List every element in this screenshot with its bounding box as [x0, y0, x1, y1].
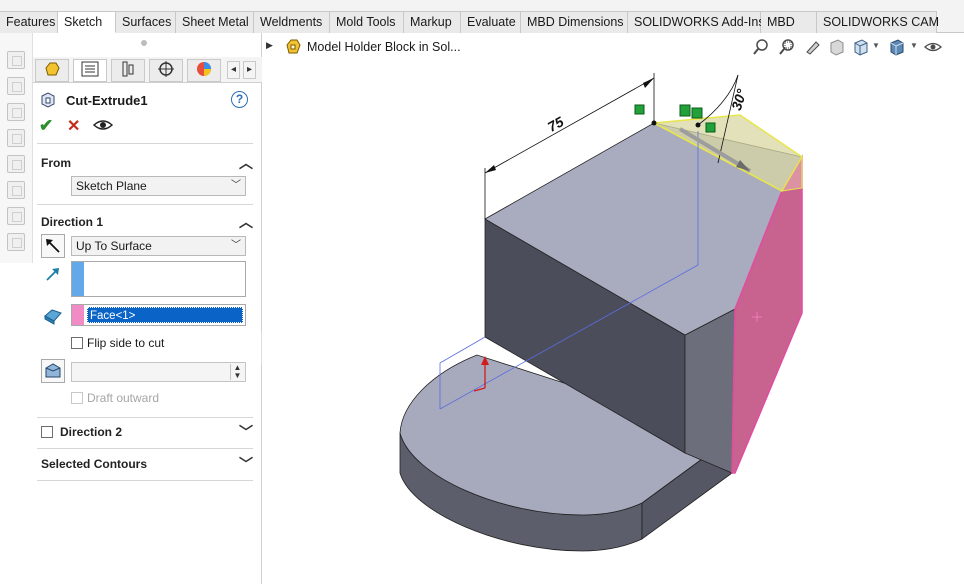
tab-surfaces[interactable]: Surfaces	[116, 11, 176, 33]
group-separator	[37, 204, 253, 205]
draft-icon	[45, 363, 61, 378]
selected-contours-group-header[interactable]: Selected Contours ﹀	[41, 454, 253, 475]
group-separator	[37, 480, 253, 481]
direction2-group-header[interactable]: Direction 2 ﹀	[41, 422, 253, 443]
direction2-checkbox[interactable]	[41, 426, 53, 438]
group-separator	[37, 143, 253, 144]
configuration-manager-icon	[122, 61, 134, 77]
selection-color-stripe	[72, 262, 84, 296]
manager-tabs: ◂ ▸	[33, 57, 262, 83]
dimxpert-icon	[158, 61, 174, 77]
group-separator	[37, 448, 253, 449]
flip-side-checkbox[interactable]	[71, 337, 83, 349]
smart-dimension-icon[interactable]	[7, 77, 25, 95]
end-condition-select[interactable]: Up To Surface ﹀	[71, 236, 246, 256]
chevron-down-icon: ﹀	[231, 180, 241, 191]
geometric-tolerance-icon[interactable]	[7, 207, 25, 225]
from-heading: From	[41, 156, 71, 170]
tab-feature-manager[interactable]	[35, 59, 69, 82]
solidworks-window: Features Sketch Surfaces Sheet Metal Wel…	[0, 0, 964, 584]
from-group-header[interactable]: From ︿	[41, 153, 253, 174]
annotation-icon[interactable]	[7, 51, 25, 69]
draft-angle-input[interactable]: ▲ ▼	[71, 362, 246, 382]
tab-scroll-left-icon[interactable]: ◂	[227, 61, 240, 79]
tab-mbd[interactable]: MBD	[761, 11, 817, 33]
reverse-direction-icon	[46, 239, 60, 253]
tab-mold-tools[interactable]: Mold Tools	[330, 11, 404, 33]
tab-features[interactable]: Features	[0, 11, 58, 33]
tab-sheet-metal[interactable]: Sheet Metal	[176, 11, 254, 33]
property-manager-panel: ◂ ▸ Cut-Extrude1 ? ✔ ✕ From ︿ Sketch Pla…	[33, 33, 262, 584]
tab-property-manager[interactable]	[73, 59, 107, 82]
relation-marker-icon[interactable]	[634, 104, 645, 115]
tab-dimxpert-manager[interactable]	[149, 59, 183, 82]
chevron-up-icon[interactable]: ︿	[239, 153, 253, 173]
graphics-area[interactable]: ▶ Model Holder Block in Sol... ▼ ▼ 75 30…	[262, 33, 964, 584]
display-manager-icon	[197, 62, 211, 76]
relation-marker-icon[interactable]	[679, 104, 691, 117]
tab-configuration-manager[interactable]	[111, 59, 145, 82]
surface-finish-icon[interactable]	[7, 155, 25, 173]
sketch-point[interactable]	[695, 122, 701, 128]
action-buttons: ✔ ✕	[39, 116, 119, 136]
tab-scroll-right-icon[interactable]: ▸	[243, 61, 256, 79]
property-manager-icon	[81, 61, 99, 77]
reverse-direction-button[interactable]	[41, 234, 65, 258]
group-separator	[37, 417, 253, 418]
face-selection-field[interactable]: Face<1>	[71, 304, 246, 326]
panel-grip-handle[interactable]	[141, 40, 147, 46]
face-plane-icon	[44, 309, 62, 325]
tab-weldments[interactable]: Weldments	[254, 11, 330, 33]
block-end-face[interactable]	[684, 308, 736, 474]
tab-mbd-dimensions[interactable]: MBD Dimensions	[521, 11, 628, 33]
sketch-point[interactable]	[651, 120, 657, 126]
dimension-arrow-icon	[643, 78, 654, 88]
direction-vector-icon	[46, 268, 59, 281]
dimension-arrow-icon	[485, 165, 496, 173]
cut-extrude-icon	[41, 92, 55, 108]
length-dimension[interactable]: 75	[545, 113, 567, 135]
balloon-icon[interactable]	[7, 129, 25, 147]
spin-arrows-icon[interactable]: ▲ ▼	[230, 364, 244, 380]
model-viewport: 75 30°	[399, 73, 804, 552]
draft-outward-label: Draft outward	[87, 391, 160, 405]
selected-contours-heading: Selected Contours	[41, 457, 148, 471]
tab-display-manager[interactable]	[187, 59, 221, 82]
relation-marker-icon[interactable]	[705, 122, 716, 133]
chevron-down-icon[interactable]: ﹀	[239, 422, 253, 442]
angle-dimension[interactable]: 30°	[728, 87, 750, 112]
tab-markup[interactable]: Markup	[404, 11, 461, 33]
draft-toggle-button[interactable]	[41, 359, 65, 383]
flip-side-label: Flip side to cut	[87, 336, 165, 350]
ok-button[interactable]: ✔	[39, 116, 53, 136]
chevron-down-icon[interactable]: ﹀	[239, 454, 253, 474]
selected-face-item[interactable]: Face<1>	[87, 307, 243, 323]
sketch-toolbar-strip	[0, 33, 33, 263]
chevron-up-icon[interactable]: ︿	[239, 212, 253, 232]
start-condition-value: Sketch Plane	[76, 179, 147, 193]
tab-solidworks-add-ins[interactable]: SOLIDWORKS Add-Ins	[628, 11, 765, 33]
tab-sketch[interactable]: Sketch	[58, 11, 116, 33]
datum-icon[interactable]	[7, 181, 25, 199]
direction-vector-field[interactable]	[71, 261, 246, 297]
end-condition-value: Up To Surface	[76, 239, 152, 253]
cancel-button[interactable]: ✕	[67, 116, 80, 136]
start-condition-select[interactable]: Sketch Plane ﹀	[71, 176, 246, 196]
command-manager-tabs: Features Sketch Surfaces Sheet Metal Wel…	[0, 0, 964, 33]
tab-solidworks-cam[interactable]: SOLIDWORKS CAM	[817, 11, 939, 33]
feature-title: Cut-Extrude1	[66, 93, 148, 108]
direction1-group-header[interactable]: Direction 1 ︿	[41, 212, 253, 233]
direction2-heading: Direction 2	[60, 425, 123, 439]
selection-color-stripe	[72, 305, 84, 325]
note-icon[interactable]	[7, 103, 25, 121]
direction1-heading: Direction 1	[41, 215, 104, 229]
chevron-down-icon: ﹀	[231, 240, 241, 251]
relation-marker-icon[interactable]	[691, 107, 703, 119]
feature-manager-icon	[45, 62, 60, 76]
tab-evaluate[interactable]: Evaluate	[461, 11, 521, 33]
detailed-preview-icon[interactable]	[93, 118, 113, 132]
draft-outward-checkbox	[71, 392, 83, 404]
weld-symbol-icon[interactable]	[7, 233, 25, 251]
help-button[interactable]: ?	[231, 91, 248, 108]
